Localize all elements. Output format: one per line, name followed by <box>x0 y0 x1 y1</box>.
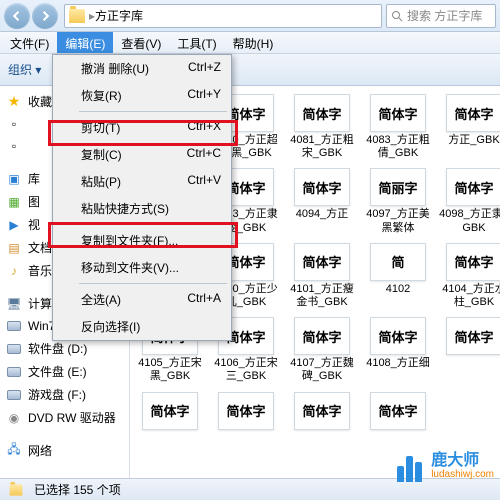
watermark-icon <box>391 450 427 482</box>
menu-paste-shortcut[interactable]: 粘贴快捷方式(S) <box>53 195 231 222</box>
drive-icon <box>6 364 22 380</box>
file-item[interactable]: 简体字 <box>210 392 282 432</box>
menu-move-to[interactable]: 移动到文件夹(V)... <box>53 254 231 281</box>
file-thumbnail: 简体字 <box>294 168 350 206</box>
menu-tools[interactable]: 工具(T) <box>169 32 224 53</box>
file-item[interactable]: 简体字4098_方正隶_GBK <box>438 168 500 234</box>
file-name: 4094_方正 <box>296 208 349 221</box>
drive-icon <box>6 387 22 403</box>
status-text: 已选择 155 个项 <box>34 481 121 498</box>
folder-icon: ▫ <box>6 138 22 154</box>
menu-copy[interactable]: 复制(C)Ctrl+C <box>53 141 231 168</box>
sidebar-item-drive-f[interactable]: 游戏盘 (F:) <box>2 383 127 406</box>
file-item[interactable]: 简体字4104_方正水柱_GBK <box>438 243 500 309</box>
music-icon: ♪ <box>6 263 22 279</box>
file-item[interactable]: 简体字4101_方正瘦金书_GBK <box>286 243 358 309</box>
file-item[interactable]: 简体字4083_方正粗倩_GBK <box>362 94 434 160</box>
watermark-url: ludashiwj.com <box>431 469 494 480</box>
titlebar: ▸ 方正字库 搜索 方正字库 <box>0 0 500 32</box>
sidebar-item-dvd[interactable]: ◉DVD RW 驱动器 <box>2 406 127 429</box>
file-thumbnail: 简体字 <box>446 243 500 281</box>
menu-view[interactable]: 查看(V) <box>113 32 169 53</box>
menu-select-all[interactable]: 全选(A)Ctrl+A <box>53 286 231 313</box>
menu-file[interactable]: 文件(F) <box>2 32 57 53</box>
file-thumbnail: 简体字 <box>446 168 500 206</box>
menu-copy-to[interactable]: 复制到文件夹(F)... <box>53 227 231 254</box>
menu-undo[interactable]: 撤消 删除(U)Ctrl+Z <box>53 55 231 82</box>
arrow-left-icon <box>10 9 24 23</box>
file-item[interactable]: 简体字4081_方正粗宋_GBK <box>286 94 358 160</box>
search-icon <box>391 10 403 22</box>
arrow-right-icon <box>38 9 52 23</box>
drive-icon <box>6 318 22 334</box>
file-item[interactable]: 简体字 4108_方正细 <box>362 317 434 383</box>
file-thumbnail: 简体字 <box>218 392 274 430</box>
file-name: 4104_方正水柱_GBK <box>438 283 500 309</box>
file-thumbnail: 简体字 <box>294 392 350 430</box>
file-name: 4102 <box>386 283 410 296</box>
file-name: 4108_方正细 <box>366 357 430 370</box>
file-name: 4081_方正粗宋_GBK <box>286 134 358 160</box>
file-thumbnail: 简体字 <box>370 392 426 430</box>
file-name: 4101_方正瘦金书_GBK <box>286 283 358 309</box>
file-item[interactable]: 简体字方正_GBK <box>438 94 500 160</box>
file-name: 4105_方正宋黑_GBK <box>134 357 206 383</box>
breadcrumb-text: 方正字库 <box>95 7 143 24</box>
file-name: 4097_方正美黑繁体 <box>362 208 434 234</box>
menu-help[interactable]: 帮助(H) <box>225 32 282 53</box>
pictures-icon: ▦ <box>6 194 22 210</box>
file-item[interactable]: 简体字4107_方正魏碑_GBK <box>286 317 358 383</box>
file-thumbnail: 简体字 <box>294 94 350 132</box>
file-name: 方正_GBK <box>448 134 499 147</box>
folder-icon <box>10 484 23 495</box>
star-icon: ★ <box>6 94 22 110</box>
watermark-name: 鹿大师 <box>431 452 494 470</box>
breadcrumb[interactable]: ▸ 方正字库 <box>64 4 382 28</box>
menu-redo[interactable]: 恢复(R)Ctrl+Y <box>53 82 231 109</box>
dvd-icon: ◉ <box>6 410 22 426</box>
file-item[interactable]: 简体字 <box>134 392 206 432</box>
file-item[interactable]: 简丽字4097_方正美黑繁体 <box>362 168 434 234</box>
nav-back-button[interactable] <box>4 3 30 29</box>
videos-icon: ▶ <box>6 217 22 233</box>
search-placeholder: 搜索 方正字库 <box>407 7 482 24</box>
menu-paste[interactable]: 粘贴(P)Ctrl+V <box>53 168 231 195</box>
file-name: 4106_方正宋三_GBK <box>210 357 282 383</box>
file-item[interactable]: 简体字 <box>438 317 500 383</box>
organize-button[interactable]: 组织 ▾ <box>8 61 41 78</box>
search-input[interactable]: 搜索 方正字库 <box>386 4 496 28</box>
computer-icon: 🖥 <box>6 296 22 312</box>
menubar: 文件(F) 编辑(E) 查看(V) 工具(T) 帮助(H) <box>0 32 500 54</box>
file-item[interactable]: 简体字 4094_方正 <box>286 168 358 234</box>
file-item[interactable]: 简体字 <box>286 392 358 432</box>
file-thumbnail: 简体字 <box>446 317 500 355</box>
file-name: 4107_方正魏碑_GBK <box>286 357 358 383</box>
file-thumbnail: 简体字 <box>370 94 426 132</box>
file-thumbnail: 简体字 <box>370 317 426 355</box>
menu-cut[interactable]: 剪切(T)Ctrl+X <box>53 114 231 141</box>
file-name: 4098_方正隶_GBK <box>438 208 500 234</box>
file-thumbnail: 简 <box>370 243 426 281</box>
file-thumbnail: 简体字 <box>294 243 350 281</box>
library-icon: ▣ <box>6 171 22 187</box>
file-thumbnail: 简体字 <box>294 317 350 355</box>
file-thumbnail: 简体字 <box>446 94 500 132</box>
folder-icon: ▫ <box>6 116 22 132</box>
edit-menu-dropdown: 撤消 删除(U)Ctrl+Z 恢复(R)Ctrl+Y 剪切(T)Ctrl+X 复… <box>52 54 232 341</box>
folder-icon <box>69 9 85 23</box>
file-name: 4083_方正粗倩_GBK <box>362 134 434 160</box>
documents-icon: ▤ <box>6 240 22 256</box>
file-item[interactable]: 简体字 <box>362 392 434 432</box>
nav-forward-button[interactable] <box>32 3 58 29</box>
watermark: 鹿大师 ludashiwj.com <box>391 450 494 482</box>
file-thumbnail: 简丽字 <box>370 168 426 206</box>
sidebar-item-network[interactable]: 🖧网络 <box>2 439 127 462</box>
network-icon: 🖧 <box>6 443 22 459</box>
sidebar-item-drive-e[interactable]: 文件盘 (E:) <box>2 360 127 383</box>
drive-icon <box>6 341 22 357</box>
menu-edit[interactable]: 编辑(E) <box>57 32 113 53</box>
file-thumbnail: 简体字 <box>142 392 198 430</box>
file-item[interactable]: 简 4102 <box>362 243 434 309</box>
menu-invert[interactable]: 反向选择(I) <box>53 313 231 340</box>
